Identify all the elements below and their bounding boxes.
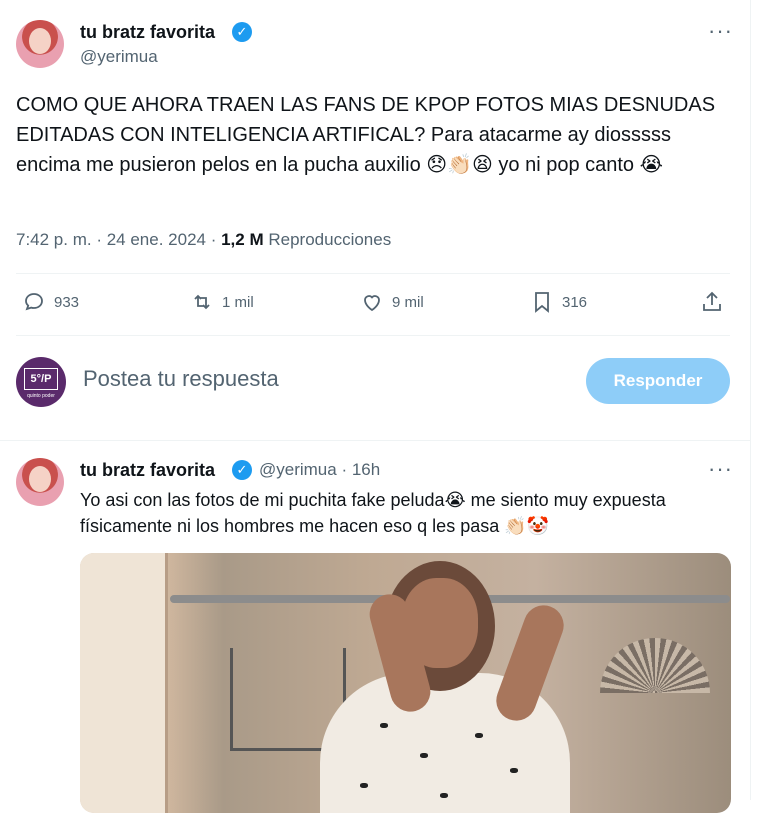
- like-count: 9 mil: [392, 293, 424, 311]
- reply-handle-text[interactable]: @yerimua: [259, 460, 337, 479]
- tweet-date[interactable]: 24 ene. 2024: [107, 230, 206, 249]
- viewer-avatar-subtext: quinto poder: [27, 393, 55, 399]
- author-handle[interactable]: @yerimua: [80, 47, 158, 67]
- reply-more-options-icon[interactable]: ···: [708, 456, 733, 482]
- media-pattern-dot: [440, 793, 448, 798]
- media-pattern-dot: [510, 768, 518, 773]
- retweet-action-button[interactable]: 1 mil: [190, 290, 254, 314]
- share-action-button[interactable]: [700, 290, 732, 314]
- reply-author-name[interactable]: tu bratz favorita: [80, 460, 215, 481]
- reply-tweet-text: Yo asi con las fotos de mi puchita fake …: [80, 490, 666, 536]
- more-options-icon[interactable]: ···: [708, 18, 733, 44]
- reply-input[interactable]: Postea tu respuesta: [83, 366, 279, 392]
- views-count: 1,2 M: [221, 230, 264, 249]
- reply-action-button[interactable]: 933: [22, 290, 79, 314]
- reply-button[interactable]: Responder: [586, 358, 730, 404]
- reply-count: 933: [54, 293, 80, 311]
- media-pattern-dot: [380, 723, 388, 728]
- media-pattern-dot: [475, 733, 483, 738]
- heart-icon: [364, 295, 380, 312]
- like-action-button[interactable]: 9 mil: [360, 290, 424, 314]
- tweet-meta: 7:42 p. m. · 24 ene. 2024 · 1,2 M Reprod…: [16, 230, 392, 249]
- views-label: Reproducciones: [268, 230, 392, 249]
- divider: [16, 335, 730, 336]
- bookmark-count: 316: [562, 293, 588, 311]
- divider: [0, 440, 750, 441]
- timeline-border: [750, 0, 751, 800]
- reply-icon: [25, 293, 43, 311]
- verified-badge-icon: ✓: [232, 22, 252, 42]
- tweet-time[interactable]: 7:42 p. m.: [16, 230, 92, 249]
- media-pattern-dot: [360, 783, 368, 788]
- media-person-arm: [490, 599, 570, 727]
- retweet-count: 1 mil: [222, 293, 254, 311]
- share-icon: [703, 291, 721, 311]
- media-wall-fan: [600, 638, 710, 693]
- bookmark-icon: [535, 292, 549, 313]
- reply-time[interactable]: 16h: [352, 460, 380, 479]
- verified-badge-icon: ✓: [232, 460, 252, 480]
- reply-author-handle: @yerimua · 16h: [259, 460, 381, 479]
- media-pattern-dot: [420, 753, 428, 758]
- divider: [16, 273, 730, 274]
- viewer-avatar-logo: 5°/P: [24, 368, 58, 390]
- bookmark-action-button[interactable]: 316: [530, 290, 587, 314]
- author-avatar[interactable]: [16, 20, 64, 68]
- author-name[interactable]: tu bratz favorita: [80, 22, 215, 43]
- reply-author-avatar[interactable]: [16, 458, 64, 506]
- media-door: [80, 553, 168, 813]
- viewer-avatar[interactable]: 5°/P quinto poder: [16, 357, 66, 407]
- reply-media-video[interactable]: [80, 553, 731, 813]
- tweet-text: COMO QUE AHORA TRAEN LAS FANS DE KPOP FO…: [16, 94, 716, 176]
- retweet-icon: [194, 294, 210, 310]
